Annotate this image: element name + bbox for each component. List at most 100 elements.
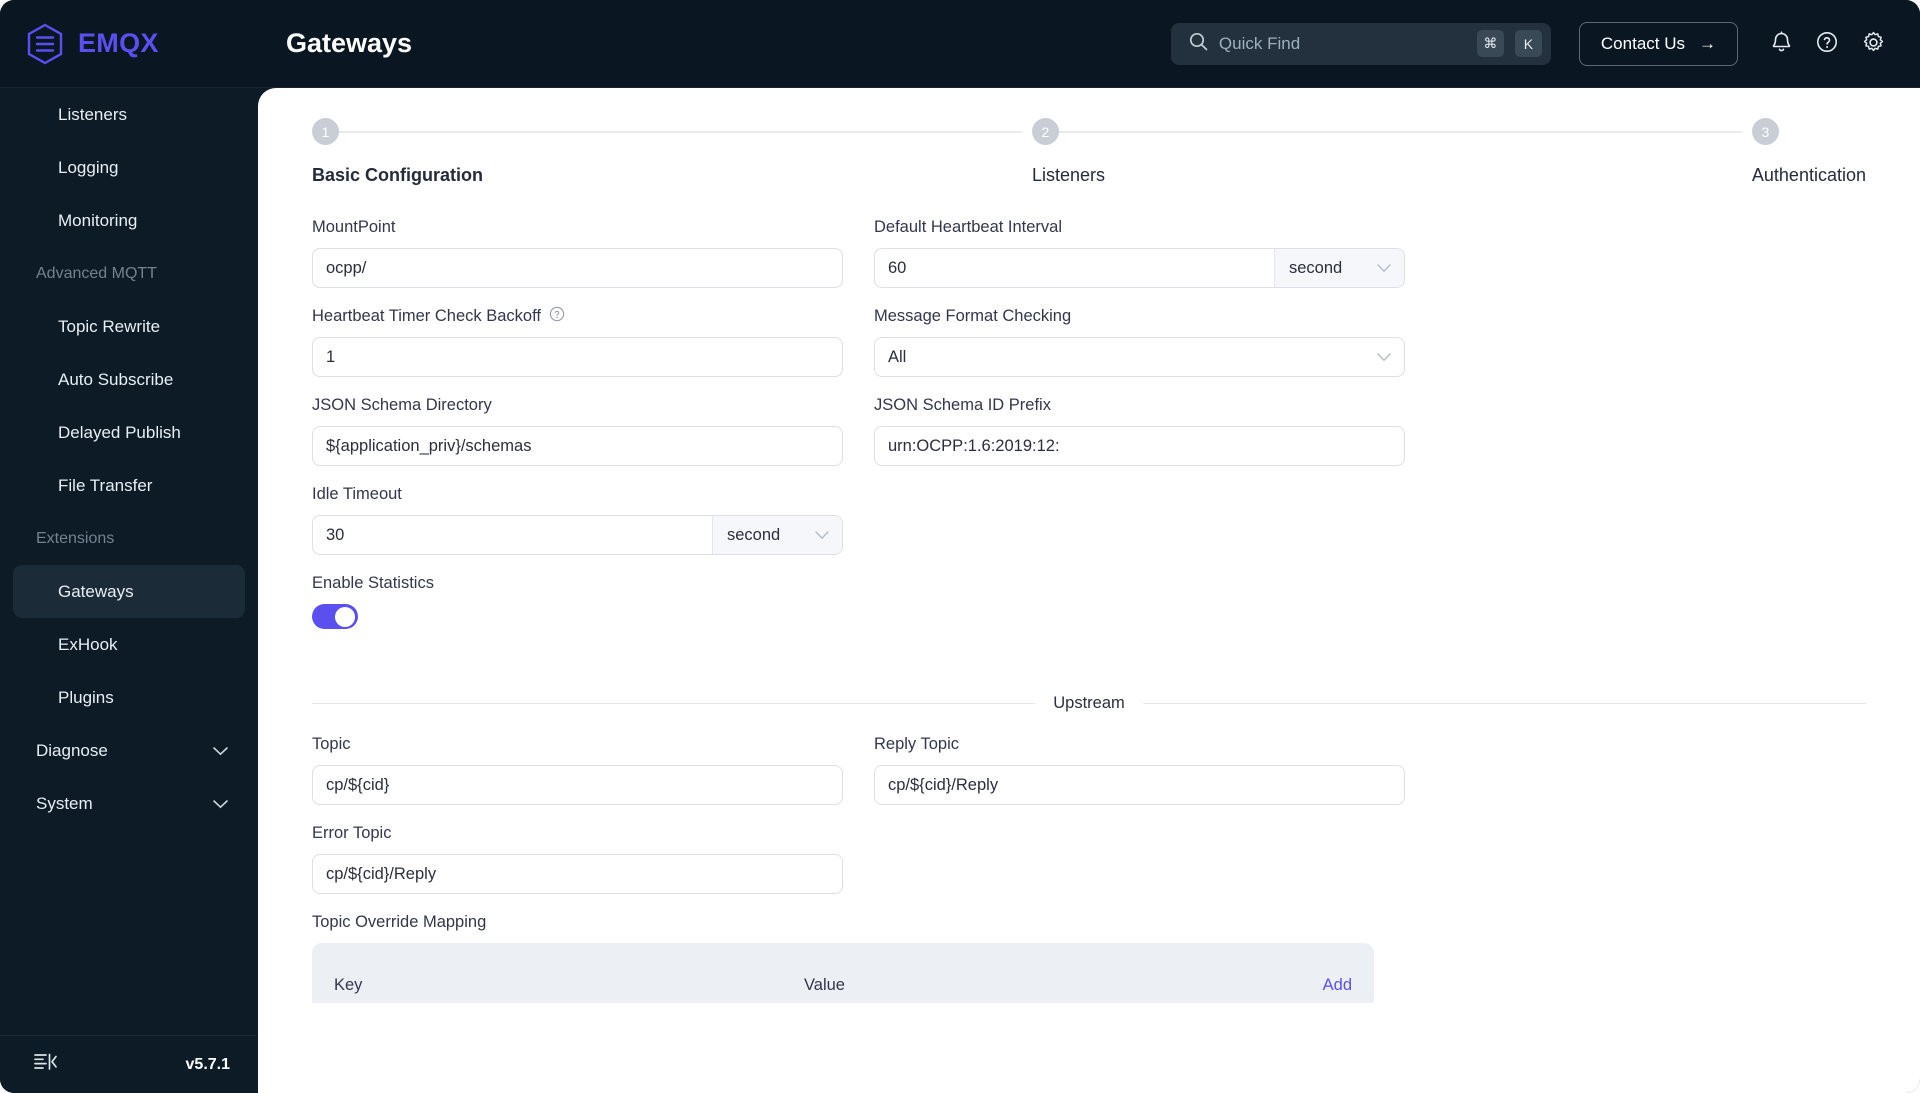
step-number: 2 — [1031, 118, 1059, 145]
upstream-section-title: Upstream — [1053, 694, 1125, 712]
sidebar-item-diagnose[interactable]: Diagnose — [0, 724, 258, 777]
enable-statistics-toggle[interactable] — [312, 604, 358, 629]
notifications-button[interactable] — [1758, 21, 1804, 67]
sidebar-item-label: Gateways — [58, 581, 134, 601]
json-schema-id-prefix-input[interactable] — [875, 427, 1404, 465]
sidebar-item-label: Diagnose — [36, 740, 108, 760]
brand-name: EMQX — [78, 28, 159, 58]
field-error-topic: Error Topic — [312, 822, 843, 894]
chevron-down-icon — [815, 526, 829, 545]
heartbeat-backoff-input-wrap[interactable] — [312, 337, 843, 377]
reply-topic-input[interactable] — [875, 766, 1404, 804]
error-topic-input[interactable] — [313, 855, 842, 893]
step-connector — [339, 131, 1022, 133]
sidebar-item-label: ExHook — [58, 634, 118, 654]
field-label: Topic — [312, 734, 351, 753]
sidebar-item-logging[interactable]: Logging — [0, 141, 258, 194]
sidebar-group-label: Advanced MQTT — [36, 264, 157, 282]
contact-us-button[interactable]: Contact Us → — [1578, 21, 1738, 66]
sidebar-footer: v5.7.1 — [0, 1035, 258, 1093]
field-label: JSON Schema Directory — [312, 395, 492, 414]
column-header-value: Value — [804, 976, 845, 994]
step-basic-configuration[interactable]: 1 Basic Configuration — [312, 118, 1032, 186]
step-authentication[interactable]: 3 Authentication — [1751, 118, 1866, 186]
chevron-down-icon — [213, 741, 228, 761]
error-topic-input-wrap[interactable] — [312, 854, 843, 894]
upstream-form: Topic Reply Topic Error Topic — [312, 733, 1866, 911]
heartbeat-interval-unit-select[interactable]: second — [1274, 249, 1404, 287]
field-label: Idle Timeout — [312, 484, 402, 503]
version-label: v5.7.1 — [185, 1055, 230, 1073]
sidebar-item-label: Listeners — [58, 104, 127, 124]
quick-find-container[interactable]: ⌘ K — [1170, 22, 1551, 65]
step-connector — [1058, 131, 1742, 133]
field-heartbeat-timer-check-backoff: Heartbeat Timer Check Backoff — [312, 305, 843, 377]
field-label-text: Heartbeat Timer Check Backoff — [312, 306, 541, 325]
sidebar-item-label: Logging — [58, 157, 119, 177]
reply-topic-input-wrap[interactable] — [874, 765, 1405, 805]
json-schema-id-prefix-input-wrap[interactable] — [874, 426, 1405, 466]
step-number: 1 — [312, 118, 339, 145]
heartbeat-interval-input-wrap[interactable]: second — [874, 248, 1405, 288]
settings-button[interactable] — [1850, 21, 1896, 67]
sidebar-item-file-transfer[interactable]: File Transfer — [0, 459, 258, 512]
sidebar-item-label: Plugins — [58, 687, 114, 707]
sidebar-group-extensions: Extensions — [0, 512, 258, 565]
step-label: Authentication — [1751, 165, 1866, 185]
mountpoint-input-wrap[interactable] — [312, 248, 843, 288]
sidebar-item-monitoring[interactable]: Monitoring — [0, 194, 258, 247]
idle-timeout-input-wrap[interactable]: second — [312, 515, 843, 555]
json-schema-dir-input[interactable] — [313, 427, 842, 465]
sidebar-item-gateways[interactable]: Gateways — [13, 565, 245, 618]
heartbeat-backoff-input[interactable] — [313, 338, 842, 376]
bell-icon — [1770, 30, 1793, 57]
topic-input-wrap[interactable] — [312, 765, 843, 805]
chevron-down-icon — [213, 794, 228, 814]
sidebar-item-plugins[interactable]: Plugins — [0, 671, 258, 724]
idle-timeout-input[interactable] — [313, 516, 712, 554]
main-content-panel: 1 Basic Configuration 2 Listeners 3 Auth… — [258, 88, 1920, 1093]
collapse-sidebar-icon[interactable] — [34, 1053, 58, 1077]
sidebar-item-listeners[interactable]: Listeners — [0, 88, 258, 141]
top-bar-actions: ⌘ K Contact Us → — [1170, 21, 1920, 67]
field-reply-topic: Reply Topic — [874, 733, 1405, 805]
sidebar-item-label: File Transfer — [58, 475, 153, 495]
step-listeners[interactable]: 2 Listeners — [1031, 118, 1752, 186]
help-circle-icon[interactable] — [549, 306, 565, 327]
sidebar-item-system[interactable]: System — [0, 777, 258, 830]
sidebar-item-auto-subscribe[interactable]: Auto Subscribe — [0, 353, 258, 406]
sidebar-item-exhook[interactable]: ExHook — [0, 618, 258, 671]
sidebar-item-delayed-publish[interactable]: Delayed Publish — [0, 406, 258, 459]
field-json-schema-directory: JSON Schema Directory — [312, 394, 843, 466]
basic-configuration-form: MountPoint Default Heartbeat Interval se… — [312, 216, 1866, 646]
add-mapping-button[interactable]: Add — [1323, 976, 1352, 995]
brand[interactable]: EMQX — [0, 0, 258, 88]
idle-timeout-unit-select[interactable]: second — [712, 516, 842, 554]
page-title: Gateways — [286, 28, 413, 58]
wizard-steps: 1 Basic Configuration 2 Listeners 3 Auth… — [312, 118, 1866, 186]
heartbeat-interval-input[interactable] — [875, 249, 1274, 287]
field-label: Reply Topic — [874, 734, 959, 753]
gear-icon — [1861, 30, 1886, 58]
kbd-modifier: ⌘ — [1476, 30, 1504, 57]
field-label: Heartbeat Timer Check Backoff — [312, 305, 843, 327]
topic-input[interactable] — [313, 766, 842, 804]
help-button[interactable] — [1804, 21, 1850, 67]
search-input[interactable] — [1218, 33, 1466, 54]
message-format-checking-select[interactable]: All — [874, 337, 1405, 377]
mountpoint-input[interactable] — [313, 249, 842, 287]
search-icon — [1189, 32, 1208, 56]
field-topic: Topic — [312, 733, 843, 805]
json-schema-dir-input-wrap[interactable] — [312, 426, 843, 466]
chevron-down-icon — [1377, 259, 1391, 278]
unit-label: second — [1289, 258, 1343, 277]
sidebar-item-topic-rewrite[interactable]: Topic Rewrite — [0, 300, 258, 353]
field-label: Message Format Checking — [874, 306, 1072, 325]
app-window: EMQX Gateways ⌘ K Contact Us → — [0, 0, 1920, 1093]
sidebar-item-label: Auto Subscribe — [58, 369, 174, 389]
sidebar-group-label: Extensions — [36, 529, 115, 547]
field-label: Default Heartbeat Interval — [874, 217, 1063, 236]
field-label: MountPoint — [312, 217, 396, 236]
field-label: Enable Statistics — [312, 573, 434, 592]
sidebar-group-advanced-mqtt: Advanced MQTT — [0, 247, 258, 300]
